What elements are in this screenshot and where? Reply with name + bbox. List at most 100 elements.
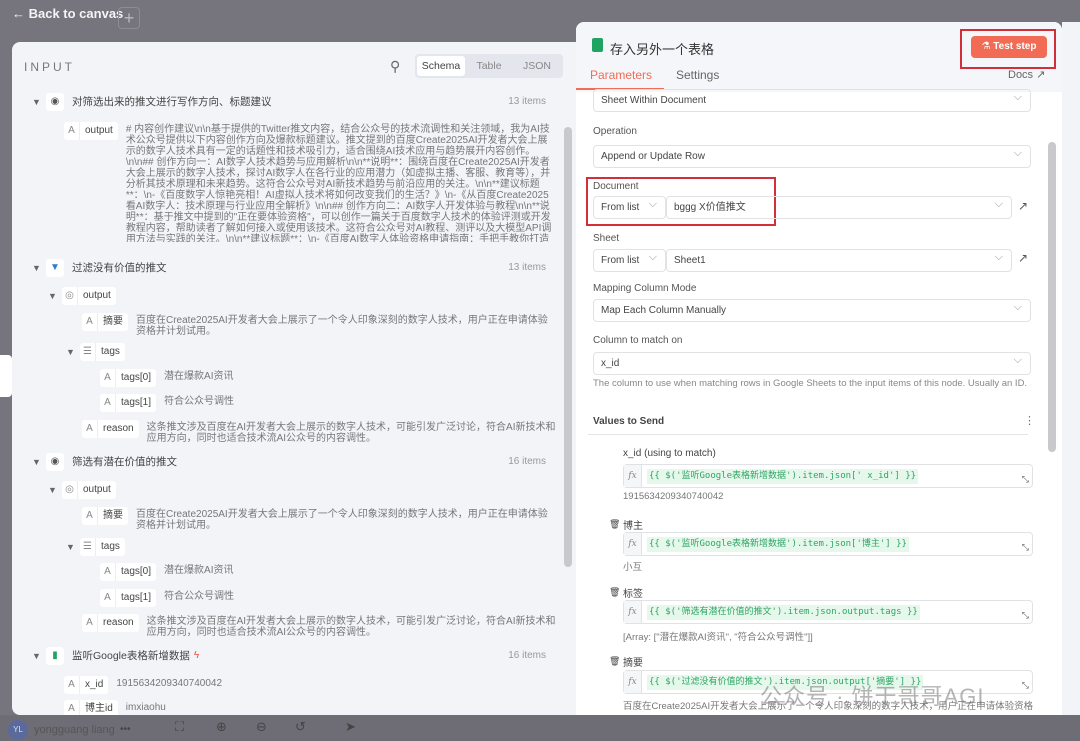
string-type-icon: A: [64, 122, 80, 140]
fx-icon: fx: [624, 671, 642, 693]
back-to-canvas-button[interactable]: ← Back to canvas: [12, 6, 123, 21]
field-label: x_id (using to match): [623, 448, 716, 459]
google-sheets-icon: ▮: [46, 647, 64, 665]
field-pill[interactable]: A摘要: [82, 313, 128, 331]
field-pill[interactable]: ◎output: [62, 287, 116, 305]
field-pill[interactable]: Areason: [82, 614, 139, 632]
document-mode-select[interactable]: From list: [593, 196, 666, 219]
field-pill[interactable]: Atags[0]: [100, 369, 156, 387]
chevron-down-icon[interactable]: ▼: [32, 93, 46, 111]
expand-icon[interactable]: ⤡: [1022, 542, 1029, 553]
mapping-select[interactable]: Map Each Column Manually: [593, 299, 1031, 322]
field-pill[interactable]: Ax_id: [64, 676, 108, 694]
match-select[interactable]: x_id: [593, 352, 1031, 375]
tidy-up-icon[interactable]: ➤: [345, 719, 356, 735]
node-name: 对筛选出来的推文进行写作方向、标题建议: [72, 93, 272, 111]
list-icon: ☰: [80, 538, 96, 556]
panel-drag-handle[interactable]: [0, 355, 12, 397]
trash-icon[interactable]: 🗑: [609, 519, 620, 530]
node-title[interactable]: 存入另外一个表格: [610, 39, 714, 58]
expand-icon[interactable]: ⤡: [1022, 680, 1029, 691]
tab-settings[interactable]: Settings: [676, 68, 719, 82]
tab-parameters[interactable]: Parameters: [590, 68, 652, 82]
scrollbar[interactable]: [1048, 142, 1056, 452]
field-pill[interactable]: ☰tags: [80, 538, 125, 556]
string-type-icon: A: [64, 676, 80, 694]
chevron-down-icon[interactable]: ▼: [66, 343, 80, 361]
sheet-select[interactable]: Sheet1: [666, 249, 1012, 272]
external-link-icon[interactable]: ↗: [1018, 251, 1028, 265]
field-pill[interactable]: ☰tags: [80, 343, 125, 361]
field-row: A博主id imxiaohu: [64, 700, 166, 715]
tab-table[interactable]: Table: [465, 56, 513, 76]
node-panel: 存入另外一个表格 ⚗ Test step Parameters Settings…: [576, 22, 1062, 735]
operation-select[interactable]: Append or Update Row: [593, 145, 1031, 168]
chevron-down-icon[interactable]: ▼: [48, 481, 62, 499]
object-row: ▼◎output: [48, 481, 124, 499]
bottom-bar: [0, 715, 1080, 741]
output-panel: [1062, 22, 1080, 735]
string-type-icon: A: [82, 507, 98, 525]
field-pill[interactable]: Aoutput: [64, 122, 118, 140]
field-value: imxiaohu: [126, 700, 166, 713]
add-node-button[interactable]: +: [118, 7, 140, 29]
chevron-down-icon[interactable]: ▼: [66, 538, 80, 556]
divider: [588, 434, 1028, 435]
user-menu-button[interactable]: •••: [120, 724, 131, 735]
view-toggle: Schema Table JSON: [415, 54, 563, 78]
node-row[interactable]: ▼ ▼ 过滤没有价值的推文 13 items: [32, 259, 572, 277]
fx-icon: fx: [624, 465, 642, 487]
sheet-mode-select[interactable]: From list: [593, 249, 666, 272]
fx-icon: fx: [624, 601, 642, 623]
node-row[interactable]: ▼ ◉ 筛选有潜在价值的推文 16 items: [32, 453, 572, 471]
node-row[interactable]: ▼ ◉ 对筛选出来的推文进行写作方向、标题建议 13 items: [32, 93, 572, 111]
field-pill[interactable]: ◎output: [62, 481, 116, 499]
tab-schema[interactable]: Schema: [417, 56, 465, 76]
resource-select[interactable]: Sheet Within Document: [593, 89, 1031, 112]
chevron-down-icon[interactable]: ▼: [32, 647, 46, 665]
fit-view-icon[interactable]: ⛶: [175, 719, 184, 735]
expression-input[interactable]: fx{{ $('监听Google表格新增数据').item.json['博主']…: [623, 532, 1033, 556]
filter-icon: ▼: [46, 259, 64, 277]
scrollbar[interactable]: [564, 127, 572, 567]
tab-json[interactable]: JSON: [513, 56, 561, 76]
zoom-in-icon[interactable]: ⊕: [216, 719, 227, 735]
search-icon[interactable]: ⚲: [390, 58, 400, 75]
string-type-icon: A: [82, 614, 98, 632]
field-pill[interactable]: Atags[1]: [100, 589, 156, 607]
trash-icon[interactable]: 🗑: [609, 587, 620, 598]
chevron-down-icon[interactable]: ▼: [32, 259, 46, 277]
docs-link[interactable]: Docs ↗: [1008, 68, 1045, 81]
more-options-icon[interactable]: ⋮: [1024, 414, 1035, 427]
chevron-down-icon[interactable]: ▼: [48, 287, 62, 305]
trash-icon[interactable]: 🗑: [609, 656, 620, 667]
watermark: 公众号 · 饼干哥哥AGI: [760, 679, 984, 711]
field-pill[interactable]: Areason: [82, 420, 139, 438]
avatar[interactable]: YL: [8, 720, 28, 740]
node-row[interactable]: ▼ ▮ 监听Google表格新增数据 ϟ 16 items: [32, 647, 572, 665]
match-label: Column to match on: [593, 335, 683, 346]
external-link-icon[interactable]: ↗: [1018, 199, 1028, 213]
field-pill[interactable]: Atags[0]: [100, 563, 156, 581]
sheet-label: Sheet: [593, 233, 619, 244]
expand-icon[interactable]: ⤡: [1022, 610, 1029, 621]
list-icon: ☰: [80, 343, 96, 361]
item-count: 13 items: [508, 262, 546, 273]
field-pill[interactable]: A摘要: [82, 507, 128, 525]
field-row: Atags[0]潜在爆款AI资讯: [100, 563, 233, 581]
array-row: ▼☰tags: [66, 538, 133, 556]
expression-input[interactable]: fx{{ $('监听Google表格新增数据').item.json[' x_i…: [623, 464, 1033, 488]
input-panel: INPUT ⚲ Schema Table JSON ▼ ◉ 对筛选出来的推文进行…: [12, 42, 576, 715]
zoom-out-icon[interactable]: ⊖: [256, 719, 267, 735]
undo-icon[interactable]: ↺: [295, 719, 306, 735]
field-pill[interactable]: Atags[1]: [100, 394, 156, 412]
string-type-icon: A: [82, 420, 98, 438]
expression-input[interactable]: fx{{ $('筛选有潜在价值的推文').item.json.output.ta…: [623, 600, 1033, 624]
chevron-down-icon[interactable]: ▼: [32, 453, 46, 471]
input-title: INPUT: [24, 60, 75, 74]
field-row: A摘要百度在Create2025AI开发者大会上展示了一个令人印象深刻的数字人技…: [82, 507, 557, 531]
expand-icon[interactable]: ⤡: [1022, 474, 1029, 485]
field-pill[interactable]: A博主id: [64, 700, 118, 715]
document-select[interactable]: bggg X价值推文: [666, 196, 1012, 219]
test-step-button[interactable]: ⚗ Test step: [971, 36, 1047, 58]
